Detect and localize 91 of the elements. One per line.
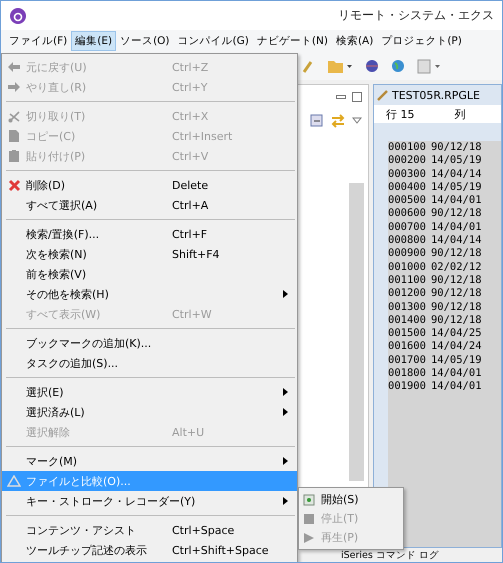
sequence-number: 000200	[388, 154, 426, 168]
menu-item[interactable]: 前を検索(V)	[2, 264, 297, 284]
submenu-arrow-icon	[283, 388, 288, 396]
change-date: 14/04/14	[430, 234, 482, 248]
submenu-arrow-icon	[283, 408, 288, 416]
sequence-number: 001800	[388, 367, 426, 380]
change-date: 14/04/24	[430, 340, 482, 354]
menu-bar-item[interactable]: 検索(A)	[332, 31, 378, 51]
sequence-number: 001300	[388, 300, 426, 314]
menu-item[interactable]: 削除(D) Delete	[2, 175, 297, 195]
sequence-number: 000600	[388, 207, 426, 221]
undo-arrow-icon	[7, 61, 21, 73]
app-logo-icon	[9, 6, 27, 24]
sequence-number: 000900	[388, 247, 426, 261]
menu-item[interactable]: マーク(M)	[2, 451, 297, 471]
change-date: 14/04/01	[430, 220, 482, 234]
sequence-number: 000700	[388, 220, 426, 234]
menu-bar-item[interactable]: 編集(E)	[71, 31, 116, 51]
delete-icon	[8, 178, 20, 192]
menu-bar-item[interactable]: コンパイル(G)	[174, 31, 253, 51]
menu-item[interactable]: ツールチップ記述の表示 Ctrl+Shift+Space	[2, 540, 297, 560]
menu-item[interactable]: 選択済み(L)	[2, 402, 297, 422]
window-title: リモート・システム・エクス	[338, 7, 494, 24]
sequence-number: 000800	[388, 234, 426, 248]
menu-bar-item[interactable]: ソース(O)	[116, 31, 174, 51]
sequence-number: 001700	[388, 354, 426, 368]
scissors-icon	[8, 110, 20, 122]
submenu-arrow-icon	[283, 496, 288, 504]
change-date: 90/12/18	[430, 247, 482, 261]
sequence-number: 001000	[388, 260, 426, 274]
record-icon	[303, 494, 315, 506]
change-date: 14/04/25	[430, 327, 482, 340]
sequence-number: 001600	[388, 340, 426, 354]
menu-bar-item[interactable]: ファイル(F)	[5, 31, 72, 51]
globe-icon[interactable]	[391, 59, 405, 73]
sequence-number: 000300	[388, 168, 426, 181]
document-icon	[8, 129, 20, 143]
change-date: 14/04/01	[430, 367, 482, 380]
menu-item[interactable]: すべて選択(A) Ctrl+A	[2, 195, 297, 215]
change-date: 14/05/19	[430, 354, 482, 368]
redo-arrow-icon	[7, 81, 21, 93]
menu-item[interactable]: その他を検索(H)	[2, 284, 297, 304]
menu-item[interactable]: 次を検索(N) Shift+F4	[2, 244, 297, 264]
menu-item[interactable]: 開始(S)	[299, 490, 403, 509]
folder-icon[interactable]	[327, 58, 353, 74]
menu-item[interactable]: コンテンツ・アシスト Ctrl+Space	[2, 520, 297, 540]
menu-item[interactable]: キー・ストローク・レコーダー(Y)	[2, 491, 297, 511]
submenu-arrow-icon	[283, 456, 288, 464]
sync-arrows-icon[interactable]	[330, 114, 346, 128]
editor-tab[interactable]: TEST05R.RPGLE	[374, 85, 501, 105]
change-date: 90/12/18	[430, 314, 482, 328]
sequence-number: 001500	[388, 327, 426, 340]
menu-item[interactable]: ブックマークの追加(K)...	[2, 333, 297, 353]
change-date: 14/05/19	[430, 180, 482, 194]
menu-item[interactable]: 検索/置換(F)... Ctrl+F	[2, 224, 297, 244]
menu-item[interactable]: タスクの追加(S)...	[2, 353, 297, 373]
sequence-number: 000500	[388, 194, 426, 208]
change-date: 90/12/18	[430, 207, 482, 221]
maximize-icon[interactable]	[352, 92, 362, 102]
change-date: 02/02/12	[430, 260, 482, 274]
change-date: 14/04/14	[430, 168, 482, 181]
collapse-all-icon[interactable]	[310, 114, 324, 128]
scrollbar[interactable]	[349, 183, 364, 481]
view-tab[interactable]: iSeries コマンド ログ	[341, 548, 439, 562]
clipboard-icon	[8, 149, 20, 163]
change-date: 14/04/01	[430, 194, 482, 208]
change-date: 90/12/18	[430, 287, 482, 301]
sequence-number: 001200	[388, 287, 426, 301]
stop-icon	[303, 512, 315, 524]
sequence-number: 001400	[388, 314, 426, 328]
editor-tab-label: TEST05R.RPGLE	[392, 88, 480, 102]
sequence-number: 001900	[388, 380, 426, 394]
menu-item[interactable]: 選択(E)	[2, 382, 297, 402]
globe-icon[interactable]	[365, 59, 379, 73]
change-date: 14/04/01	[430, 380, 482, 394]
change-date: 90/12/18	[430, 300, 482, 314]
sequence-number: 000400	[388, 180, 426, 194]
column-indicator: 列	[454, 106, 466, 122]
change-date: 90/12/18	[430, 274, 482, 288]
sequence-number: 000100	[388, 141, 426, 154]
change-date: 90/12/18	[430, 141, 482, 154]
submenu-arrow-icon	[283, 290, 288, 298]
change-date: 14/05/19	[430, 154, 482, 168]
sequence-number: 001100	[388, 274, 426, 288]
row-indicator: 行 15	[386, 106, 414, 122]
dropdown-icon[interactable]	[352, 117, 362, 125]
menu-bar-item[interactable]: ナビゲート(N)	[252, 31, 332, 51]
pencil-icon	[377, 89, 389, 101]
menu-bar-item[interactable]: プロジェクト(P)	[377, 31, 466, 51]
play-icon	[303, 532, 315, 544]
triangle-icon	[7, 475, 21, 487]
